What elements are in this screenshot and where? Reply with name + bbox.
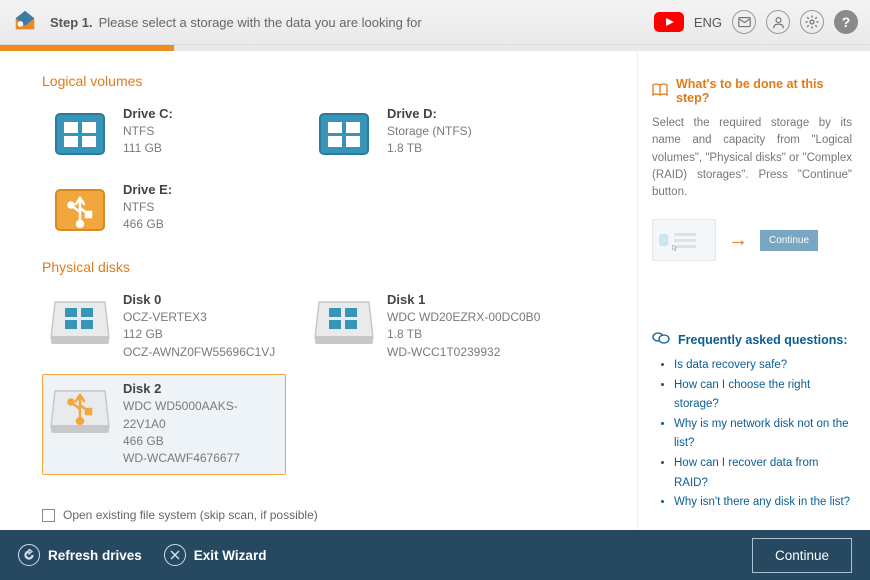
faq-link[interactable]: How can I choose the right storage? (674, 376, 852, 415)
disk-serial: WD-WCAWF4676677 (123, 450, 279, 467)
disk-title: Disk 2 (123, 381, 279, 396)
physical-disk-card[interactable]: Disk 0 OCZ-VERTEX3112 GBOCZ-AWNZ0FW55696C… (42, 285, 300, 368)
step-instruction: Please select a storage with the data yo… (99, 15, 422, 30)
help-title: What's to be done at this step? (676, 77, 852, 105)
help-text: Select the required storage by its name … (652, 115, 852, 201)
app-logo-icon (12, 9, 38, 35)
faq-link[interactable]: Why isn't there any disk in the list? (674, 493, 852, 513)
book-icon (652, 83, 668, 100)
language-selector[interactable]: ENG (694, 15, 722, 30)
disk-icon (49, 292, 111, 348)
open-existing-label: Open existing file system (skip scan, if… (63, 508, 318, 522)
cursor-icon (672, 241, 679, 255)
exit-wizard-button[interactable]: Exit Wizard (164, 544, 267, 566)
disk-size: 1.8 TB (387, 326, 540, 343)
section-physical-title: Physical disks (42, 259, 615, 275)
disk-icon (49, 381, 111, 437)
disk-title: Disk 1 (387, 292, 540, 307)
disk-icon (313, 292, 375, 348)
disk-model: WDC WD5000AAKS-22V1A0 (123, 398, 279, 433)
close-icon (164, 544, 186, 566)
volume-filesystem: Storage (NTFS) (387, 123, 472, 140)
disk-model: OCZ-VERTEX3 (123, 309, 275, 326)
storage-list: Logical volumes Drive C:NTFS111 GBDrive … (0, 51, 637, 530)
hint-continue-button: Continue (760, 230, 818, 251)
help-panel: What's to be done at this step? Select t… (637, 51, 870, 530)
disk-serial: OCZ-AWNZ0FW55696C1VJ (123, 344, 275, 361)
header-toolbar: ENG ? (654, 10, 858, 34)
disk-size: 112 GB (123, 326, 275, 343)
volume-icon (49, 106, 111, 162)
open-existing-checkbox[interactable]: Open existing file system (skip scan, if… (42, 508, 318, 522)
disk-model: WDC WD20EZRX-00DC0B0 (387, 309, 540, 326)
physical-disk-card[interactable]: Disk 1 WDC WD20EZRX-00DC0B01.8 TBWD-WCC1T… (306, 285, 564, 368)
step-number: Step 1. (50, 15, 93, 30)
drive-thumb-icon (659, 227, 668, 253)
arrow-right-icon: → (728, 229, 748, 252)
checkbox-icon[interactable] (42, 509, 55, 522)
disk-serial: WD-WCC1T0239932 (387, 344, 540, 361)
volume-icon (49, 182, 111, 238)
volume-filesystem: NTFS (123, 199, 172, 216)
logical-volume-card[interactable]: Drive C: NTFS111 GB (42, 99, 300, 169)
youtube-icon[interactable] (654, 10, 684, 34)
help-illustration: → Continue (652, 219, 852, 261)
section-logical-title: Logical volumes (42, 73, 615, 89)
disk-size: 466 GB (123, 433, 279, 450)
refresh-icon (18, 544, 40, 566)
refresh-drives-button[interactable]: Refresh drives (18, 544, 142, 566)
faq-link[interactable]: Why is my network disk not on the list? (674, 415, 852, 454)
footer: Refresh drives Exit Wizard Continue (0, 530, 870, 580)
logical-volume-card[interactable]: Drive D: Storage (NTFS)1.8 TB (306, 99, 564, 169)
disk-title: Disk 0 (123, 292, 275, 307)
user-icon[interactable] (766, 10, 790, 34)
volume-size: 111 GB (123, 140, 173, 157)
volume-title: Drive C: (123, 106, 173, 121)
faq-link[interactable]: How can I recover data from RAID? (674, 454, 852, 493)
help-icon[interactable]: ? (834, 10, 858, 34)
logical-volume-card[interactable]: Drive E: NTFS466 GB (42, 175, 300, 245)
volume-icon (313, 106, 375, 162)
feedback-icon[interactable] (732, 10, 756, 34)
faq-title: Frequently asked questions: (678, 333, 847, 347)
continue-button[interactable]: Continue (752, 538, 852, 573)
volume-title: Drive E: (123, 182, 172, 197)
settings-icon[interactable] (800, 10, 824, 34)
faq-icon (652, 331, 670, 348)
volume-size: 466 GB (123, 216, 172, 233)
faq-link[interactable]: Is data recovery safe? (674, 356, 852, 376)
volume-size: 1.8 TB (387, 140, 472, 157)
physical-disk-card[interactable]: Disk 2 WDC WD5000AAKS-22V1A0466 GBWD-WCAW… (42, 374, 286, 475)
volume-filesystem: NTFS (123, 123, 173, 140)
volume-title: Drive D: (387, 106, 472, 121)
header: Step 1. Please select a storage with the… (0, 0, 870, 45)
